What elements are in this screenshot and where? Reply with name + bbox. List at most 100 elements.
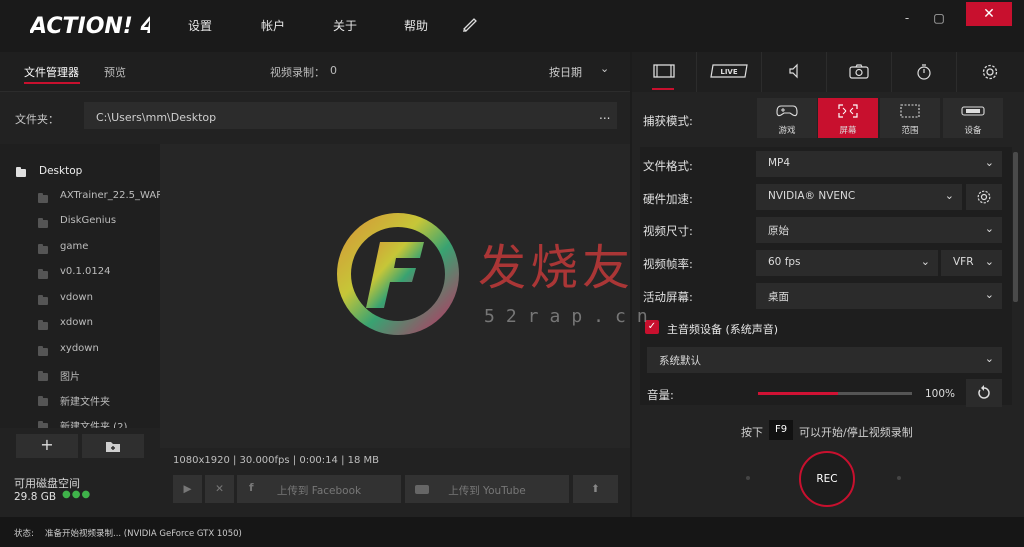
close-button[interactable]: ✕: [966, 2, 1012, 26]
tree-item[interactable]: vdown: [0, 289, 160, 309]
sort-dropdown[interactable]: 按日期: [549, 64, 582, 80]
tab-live-streaming[interactable]: LIVE: [697, 52, 762, 92]
chevron-down-icon: ⌄: [984, 255, 994, 268]
frame-rate-label: 视频帧率:: [643, 257, 693, 271]
active-screen-label: 活动屏幕:: [643, 290, 693, 304]
gear-icon: [982, 64, 997, 80]
hotkey-hint-prefix: 按下: [741, 426, 763, 439]
tab-screenshot[interactable]: [827, 52, 892, 92]
volume-value: 100%: [925, 388, 956, 400]
folder-icon: [38, 193, 48, 203]
tree-item[interactable]: game: [0, 238, 160, 258]
tree-item[interactable]: DiskGenius: [0, 212, 160, 232]
menu-account[interactable]: 帐户: [261, 17, 285, 34]
active-tab-indicator: [24, 82, 80, 84]
settings-scrollbar[interactable]: [1013, 152, 1018, 302]
hw-accel-settings-button[interactable]: [966, 184, 1002, 210]
tree-item-root[interactable]: Desktop: [0, 162, 160, 182]
tree-item[interactable]: xydown: [0, 340, 160, 360]
chevron-down-icon: ⌄: [920, 255, 930, 268]
folder-icon: [16, 167, 26, 177]
video-count: 0: [330, 64, 337, 77]
tab-preview[interactable]: 预览: [104, 64, 126, 80]
tab-video-recording[interactable]: [632, 52, 697, 92]
folder-path-text: C:\Users\mm\Desktop: [96, 111, 217, 124]
play-icon: ▶: [183, 483, 192, 495]
disk-space-value: 29.8 GB: [14, 491, 57, 503]
audio-device-select[interactable]: 系统默认 ⌄: [647, 347, 1002, 373]
volume-label: 音量:: [647, 388, 674, 402]
folder-icon: [38, 421, 48, 428]
record-button-label: REC: [816, 473, 838, 485]
active-screen-select[interactable]: 桌面 ⌄: [756, 283, 1002, 309]
open-folder-button[interactable]: [82, 434, 144, 458]
watermark-title: 发烧友: [478, 240, 635, 296]
hotkey-key: F9: [769, 420, 793, 440]
folder-icon: [38, 396, 48, 406]
frame-rate-mode-select[interactable]: VFR ⌄: [941, 250, 1002, 276]
screen-icon: [838, 104, 858, 118]
audio-device-label: 主音频设备 (系统声音): [667, 323, 779, 336]
capture-mode-screen[interactable]: 屏幕: [818, 98, 878, 138]
chevron-down-icon[interactable]: ⌄: [600, 62, 609, 75]
rec-indicator-right: [897, 476, 901, 480]
capture-mode-game[interactable]: 游戏: [757, 98, 817, 138]
file-format-select[interactable]: MP4 ⌄: [756, 151, 1002, 177]
delete-button[interactable]: ✕: [205, 475, 234, 503]
capture-mode-device[interactable]: 设备: [943, 98, 1003, 138]
watermark-subtitle: 52rap.cn: [484, 306, 659, 327]
tree-item[interactable]: 新建文件夹 (2): [0, 415, 160, 428]
folder-icon: [38, 346, 48, 356]
video-size-label: 视频尺寸:: [643, 224, 693, 238]
maximize-button[interactable]: ▢: [932, 11, 946, 25]
menu-settings[interactable]: 设置: [188, 17, 212, 34]
browse-folder-button[interactable]: ...: [599, 108, 610, 122]
tab-scheduler[interactable]: [892, 52, 957, 92]
menu-about[interactable]: 关于: [333, 17, 357, 34]
active-tab-indicator: [652, 88, 674, 90]
tree-item[interactable]: xdown: [0, 314, 160, 334]
chevron-down-icon: ⌄: [984, 222, 994, 235]
video-count-label: 视频录制：: [270, 66, 325, 79]
tree-item[interactable]: 新建文件夹: [0, 390, 160, 410]
app-window: ACTION! 4 设置 帐户 关于 帮助 - ▢ ✕ 文件管理器 预览 视频录…: [0, 0, 1024, 547]
tree-item[interactable]: 图片: [0, 365, 160, 385]
status-label: 状态:: [14, 529, 34, 539]
camera-icon: [849, 64, 869, 79]
export-button[interactable]: ⬆: [573, 475, 618, 503]
capture-mode-region[interactable]: 范围: [880, 98, 940, 138]
folder-icon: [38, 269, 48, 279]
chevron-down-icon: ⌄: [984, 352, 994, 365]
frame-rate-select[interactable]: 60 fps ⌄: [756, 250, 938, 276]
upload-facebook-button[interactable]: f 上传到 Facebook: [237, 475, 401, 503]
title-bar: [0, 0, 1024, 52]
svg-text:ACTION! 4: ACTION! 4: [30, 14, 150, 38]
chevron-down-icon: ⌄: [984, 288, 994, 301]
pen-icon[interactable]: [462, 16, 480, 32]
hotkey-hint-text: 可以开始/停止视频录制: [799, 426, 913, 439]
hw-accel-select[interactable]: NVIDIA® NVENC ⌄: [756, 184, 962, 210]
add-folder-button[interactable]: +: [16, 434, 78, 458]
tab-preferences[interactable]: [957, 52, 1022, 92]
menu-help[interactable]: 帮助: [404, 17, 428, 34]
volume-reset-button[interactable]: [966, 379, 1002, 407]
tree-item[interactable]: AXTrainer_22.5_WAR...: [0, 187, 160, 207]
minimize-button[interactable]: -: [900, 11, 914, 25]
folder-tree: Desktop AXTrainer_22.5_WAR... DiskGenius…: [0, 144, 160, 428]
live-icon: LIVE: [710, 64, 748, 78]
video-size-select[interactable]: 原始 ⌄: [756, 217, 1002, 243]
folder-open-icon: [106, 442, 120, 452]
film-icon: [653, 64, 675, 78]
rec-indicator-left: [746, 476, 750, 480]
status-text: 准备开始视频录制... (NVIDIA GeForce GTX 1050): [45, 529, 242, 539]
capture-mode-label: 捕获模式:: [643, 114, 693, 128]
hw-accel-label: 硬件加速:: [643, 192, 693, 206]
close-icon: ✕: [215, 483, 224, 495]
disk-status-indicator: ●●●: [62, 489, 92, 500]
tab-audio[interactable]: [762, 52, 827, 92]
tree-item[interactable]: v0.1.0124: [0, 263, 160, 283]
tab-file-manager[interactable]: 文件管理器: [24, 64, 79, 80]
play-button[interactable]: ▶: [173, 475, 202, 503]
upload-youtube-button[interactable]: 上传到 YouTube: [405, 475, 569, 503]
file-format-label: 文件格式:: [643, 159, 693, 173]
